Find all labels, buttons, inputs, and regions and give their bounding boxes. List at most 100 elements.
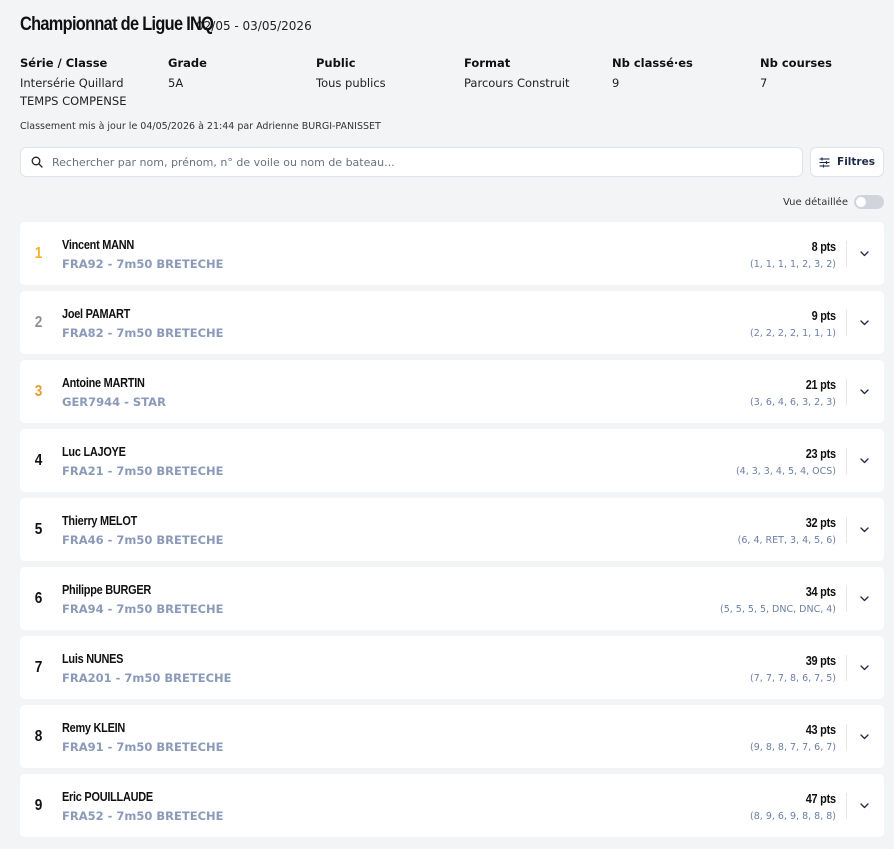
- search-input[interactable]: [52, 155, 772, 169]
- boat-info: FRA52 - 7m50 BRETECHE: [62, 809, 224, 823]
- row-divider: [846, 586, 847, 612]
- event-info: Série / Classe Intersérie Quillard TEMPS…: [20, 56, 894, 110]
- info-value: TEMPS COMPENSE: [20, 94, 127, 108]
- race-scores: (9, 8, 8, 7, 7, 6, 7): [750, 742, 836, 753]
- race-scores: (4, 3, 3, 4, 5, 4, OCS): [735, 466, 836, 477]
- chevron-down-icon[interactable]: [858, 317, 870, 329]
- row-divider: [846, 379, 847, 405]
- total-points: 43 pts: [805, 722, 836, 737]
- search-icon: [31, 156, 43, 168]
- total-points: 23 pts: [805, 446, 836, 461]
- boat-info: FRA46 - 7m50 BRETECHE: [62, 533, 224, 547]
- info-value: 5A: [168, 76, 184, 90]
- row-divider: [846, 724, 847, 750]
- detail-view-control: Vue détaillée: [783, 195, 884, 209]
- race-scores: (8, 9, 6, 9, 8, 8, 8): [750, 811, 836, 822]
- rank-number: 4: [34, 451, 43, 469]
- rank-number: 8: [34, 727, 43, 745]
- chevron-down-icon[interactable]: [858, 731, 870, 743]
- ranking-row[interactable]: 8 Remy KLEIN FRA91 - 7m50 BRETECHE 43 pt…: [20, 705, 884, 768]
- ranking-row[interactable]: 6 Philippe BURGER FRA94 - 7m50 BRETECHE …: [20, 567, 884, 630]
- info-value: 7: [760, 76, 768, 90]
- rank-number: 2: [34, 313, 43, 331]
- info-public: Public Tous publics: [316, 56, 464, 110]
- info-value: Intersérie Quillard: [20, 76, 124, 90]
- toggle-knob: [856, 197, 866, 207]
- boat-info: FRA21 - 7m50 BRETECHE: [62, 464, 224, 478]
- rank-number: 7: [34, 658, 43, 676]
- ranking-row[interactable]: 9 Eric POUILLAUDE FRA52 - 7m50 BRETECHE …: [20, 774, 884, 837]
- chevron-down-icon[interactable]: [858, 455, 870, 467]
- rank-number: 5: [34, 520, 43, 538]
- total-points: 8 pts: [811, 239, 836, 254]
- page-header: Championnat de Ligue INQ 02/05 - 03/05/2…: [20, 14, 312, 36]
- info-nb-classes: Nb classé·es 9: [612, 56, 760, 110]
- rank-number: 3: [34, 382, 43, 400]
- info-label: Nb classé·es: [612, 56, 693, 70]
- boat-info: FRA82 - 7m50 BRETECHE: [62, 326, 224, 340]
- row-divider: [846, 793, 847, 819]
- rank-number: 6: [34, 589, 43, 607]
- sailor-name: Remy KLEIN: [62, 720, 126, 735]
- info-value: Parcours Construit: [464, 76, 570, 90]
- row-divider: [846, 241, 847, 267]
- info-format: Format Parcours Construit: [464, 56, 612, 110]
- info-label: Public: [316, 56, 356, 70]
- sailor-name: Luc LAJOYE: [62, 444, 126, 459]
- race-scores: (6, 4, RET, 3, 4, 5, 6): [737, 535, 836, 546]
- sailor-name: Joel PAMART: [62, 306, 131, 321]
- chevron-down-icon[interactable]: [858, 386, 870, 398]
- boat-info: FRA92 - 7m50 BRETECHE: [62, 257, 224, 271]
- chevron-down-icon[interactable]: [858, 248, 870, 260]
- ranking-updated-note: Classement mis à jour le 04/05/2026 à 21…: [20, 121, 381, 132]
- total-points: 47 pts: [805, 791, 836, 806]
- ranking-row[interactable]: 2 Joel PAMART FRA82 - 7m50 BRETECHE 9 pt…: [20, 291, 884, 354]
- race-scores: (1, 1, 1, 1, 2, 3, 2): [750, 259, 836, 270]
- sailor-name: Thierry MELOT: [62, 513, 137, 528]
- page-title: Championnat de Ligue INQ: [20, 14, 214, 35]
- race-scores: (5, 5, 5, 5, DNC, DNC, 4): [720, 604, 836, 615]
- info-grade: Grade 5A: [168, 56, 316, 110]
- chevron-down-icon[interactable]: [858, 524, 870, 536]
- boat-info: FRA94 - 7m50 BRETECHE: [62, 602, 224, 616]
- ranking-row[interactable]: 5 Thierry MELOT FRA46 - 7m50 BRETECHE 32…: [20, 498, 884, 561]
- rank-number: 9: [34, 796, 43, 814]
- row-divider: [846, 448, 847, 474]
- info-value: Tous publics: [316, 76, 386, 90]
- filters-label: Filtres: [837, 156, 875, 168]
- search-box[interactable]: [20, 147, 803, 177]
- ranking-row[interactable]: 7 Luis NUNES FRA201 - 7m50 BRETECHE 39 p…: [20, 636, 884, 699]
- detail-view-toggle[interactable]: [854, 195, 884, 209]
- info-nb-courses: Nb courses 7: [760, 56, 894, 110]
- race-scores: (2, 2, 2, 2, 1, 1, 1): [750, 328, 836, 339]
- sailor-name: Antoine MARTIN: [62, 375, 145, 390]
- race-scores: (3, 6, 4, 6, 3, 2, 3): [750, 397, 836, 408]
- info-value: 9: [612, 76, 620, 90]
- total-points: 21 pts: [805, 377, 836, 392]
- sailor-name: Philippe BURGER: [62, 582, 152, 597]
- info-label: Série / Classe: [20, 56, 108, 70]
- sailor-name: Luis NUNES: [62, 651, 124, 666]
- row-divider: [846, 310, 847, 336]
- chevron-down-icon[interactable]: [858, 800, 870, 812]
- rank-number: 1: [34, 244, 43, 262]
- boat-info: FRA201 - 7m50 BRETECHE: [62, 671, 232, 685]
- info-label: Nb courses: [760, 56, 832, 70]
- row-divider: [846, 517, 847, 543]
- filters-button[interactable]: Filtres: [810, 147, 884, 177]
- sliders-icon: [819, 157, 830, 167]
- info-serie-classe: Série / Classe Intersérie Quillard TEMPS…: [20, 56, 168, 110]
- ranking-row[interactable]: 1 Vincent MANN FRA92 - 7m50 BRETECHE 8 p…: [20, 222, 884, 285]
- ranking-row[interactable]: 4 Luc LAJOYE FRA21 - 7m50 BRETECHE 23 pt…: [20, 429, 884, 492]
- info-label: Grade: [168, 56, 207, 70]
- total-points: 34 pts: [805, 584, 836, 599]
- total-points: 9 pts: [811, 308, 836, 323]
- boat-info: GER7944 - STAR: [62, 395, 166, 409]
- info-label: Format: [464, 56, 511, 70]
- ranking-row[interactable]: 3 Antoine MARTIN GER7944 - STAR 21 pts (…: [20, 360, 884, 423]
- race-scores: (7, 7, 7, 8, 6, 7, 5): [750, 673, 836, 684]
- chevron-down-icon[interactable]: [858, 593, 870, 605]
- chevron-down-icon[interactable]: [858, 662, 870, 674]
- sailor-name: Eric POUILLAUDE: [62, 789, 153, 804]
- total-points: 32 pts: [805, 515, 836, 530]
